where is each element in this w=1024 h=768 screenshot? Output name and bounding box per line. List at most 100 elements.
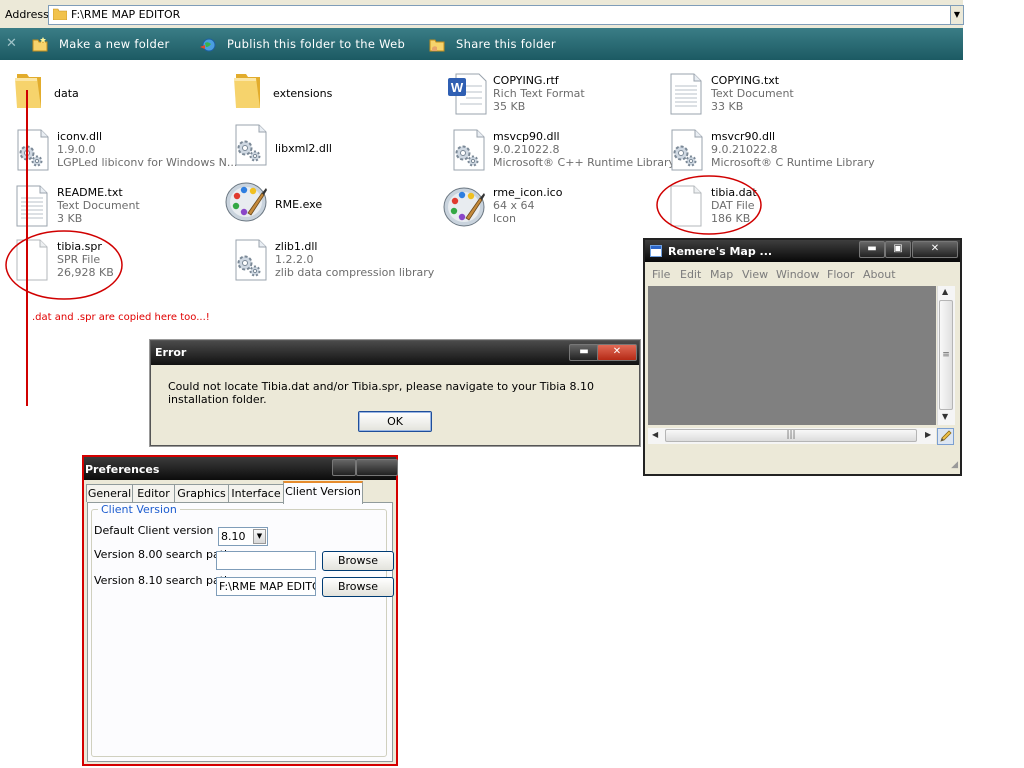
publish-folder-task[interactable]: Publish this folder to the Web [200, 28, 405, 60]
close-button[interactable]: ✕ [912, 241, 958, 258]
rme-main-window: Remere's Map ... ▬ ▣ ✕ File Edit Map Vie… [643, 238, 962, 476]
file-item-zlib1-dll[interactable]: zlib1.dll 1.2.2.0 zlib data compression … [228, 238, 434, 286]
file-dimensions: 64 x 64 [493, 199, 535, 212]
menu-about[interactable]: About [863, 268, 896, 281]
error-dialog-titlebar[interactable]: Error ▬ ✕ [151, 341, 639, 365]
minimize-button[interactable] [332, 459, 356, 476]
palette-icon [442, 184, 486, 228]
file-type: Rich Text Format [493, 87, 585, 100]
dll-gear-icon [10, 128, 54, 172]
chevron-down-icon[interactable]: ▼ [253, 529, 266, 544]
file-item-copying-rtf[interactable]: COPYING.rtf Rich Text Format 35 KB [446, 72, 656, 120]
error-dialog-title: Error [155, 346, 187, 359]
minimize-button[interactable]: ▬ [569, 344, 599, 361]
address-input[interactable]: F:\RME MAP EDITOR [48, 5, 951, 25]
globe-publish-icon [200, 38, 216, 51]
dll-gear-icon [228, 238, 272, 282]
horizontal-scrollbar[interactable]: ◀ ||| ▶ [648, 428, 936, 444]
tab-interface[interactable]: Interface [228, 484, 284, 502]
file-item-rme-exe[interactable]: RME.exe [224, 179, 424, 227]
error-dialog: Error ▬ ✕ Could not locate Tibia.dat and… [150, 340, 640, 446]
file-name: README.txt [57, 186, 123, 199]
scroll-right-arrow-icon[interactable]: ▶ [925, 430, 931, 439]
file-name: msvcr90.dll [711, 130, 776, 143]
make-new-folder-task[interactable]: Make a new folder [32, 28, 170, 60]
menu-view[interactable]: View [742, 268, 768, 281]
scroll-up-arrow-icon[interactable]: ▲ [942, 287, 948, 296]
annotation-line [26, 90, 28, 406]
file-item-libxml2-dll[interactable]: libxml2.dll [228, 123, 428, 171]
minimize-button[interactable]: ▬ [859, 241, 885, 258]
rme-titlebar[interactable]: Remere's Map ... ▬ ▣ ✕ [645, 240, 960, 262]
rme-menubar: File Edit Map View Window Floor About [645, 264, 960, 283]
address-dropdown-button[interactable]: ▼ [950, 5, 964, 25]
file-item-rme-icon-ico[interactable]: rme_icon.ico 64 x 64 Icon [442, 184, 642, 232]
file-name: libxml2.dll [275, 142, 332, 155]
file-description: Microsoft® C Runtime Library [711, 156, 875, 169]
map-canvas[interactable] [648, 286, 936, 425]
address-label: Address [5, 8, 49, 21]
file-name: COPYING.txt [711, 74, 780, 87]
publish-folder-label: Publish this folder to the Web [227, 37, 406, 51]
browse-810-button[interactable]: Browse [322, 577, 394, 597]
file-size: 26,928 KB [57, 266, 114, 279]
file-type: DAT File [711, 199, 755, 212]
file-item-tibia-spr[interactable]: tibia.spr SPR File 26,928 KB [10, 238, 210, 286]
path-810-input[interactable]: F:\RME MAP EDITOI [216, 577, 316, 596]
default-client-value: 8.10 [221, 530, 246, 543]
file-size: 186 KB [711, 212, 751, 225]
client-version-panel: Client Version Default Client version 8.… [87, 502, 394, 762]
tab-general[interactable]: General [86, 484, 133, 502]
resize-grip-icon[interactable]: ◢ [951, 460, 958, 470]
folder-tasks-bar: ✕ Make a new folder Publish this folder … [0, 28, 963, 60]
make-new-folder-label: Make a new folder [59, 37, 170, 51]
file-item-iconv-dll[interactable]: iconv.dll 1.9.0.0 LGPLed libiconv for Wi… [10, 128, 237, 176]
client-version-group: Client Version Default Client version 8.… [91, 503, 394, 757]
pencil-icon[interactable] [937, 428, 954, 445]
share-folder-task[interactable]: Share this folder [429, 28, 556, 60]
file-description: Microsoft® C++ Runtime Library [493, 156, 676, 169]
file-item-copying-txt[interactable]: COPYING.txt Text Document 33 KB [664, 72, 874, 120]
app-window-icon [650, 245, 662, 257]
default-client-select[interactable]: 8.10 ▼ [218, 527, 268, 546]
scroll-left-arrow-icon[interactable]: ◀ [652, 430, 658, 439]
file-item-extensions[interactable]: extensions [226, 68, 426, 116]
file-name: tibia.spr [57, 240, 102, 253]
file-type: SPR File [57, 253, 101, 266]
maximize-button[interactable]: ▣ [885, 241, 911, 258]
file-item-msvcr90-dll[interactable]: msvcr90.dll 9.0.21022.8 Microsoft® C Run… [664, 128, 875, 176]
file-description: LGPLed libiconv for Windows N... [57, 156, 238, 169]
file-item-readme-txt[interactable]: README.txt Text Document 3 KB [10, 184, 210, 232]
file-version: 9.0.21022.8 [711, 143, 778, 156]
vertical-scrollbar[interactable]: ▲ ≡ ▼ [937, 286, 955, 425]
file-name: zlib1.dll [275, 240, 318, 253]
vertical-scroll-thumb[interactable]: ≡ [939, 300, 953, 410]
tab-graphics[interactable]: Graphics [174, 484, 229, 502]
file-size: 35 KB [493, 100, 526, 113]
scroll-down-arrow-icon[interactable]: ▼ [942, 412, 948, 421]
file-item-tibia-dat[interactable]: tibia.dat DAT File 186 KB [664, 184, 864, 232]
menu-window[interactable]: Window [776, 268, 819, 281]
menu-floor[interactable]: Floor [827, 268, 854, 281]
menu-map[interactable]: Map [710, 268, 733, 281]
file-name: tibia.dat [711, 186, 757, 199]
close-icon[interactable]: ✕ [6, 36, 17, 51]
blank-file-icon [664, 184, 708, 228]
tab-client-version[interactable]: Client Version [283, 481, 363, 504]
close-button[interactable] [356, 459, 398, 476]
path-800-label: Version 8.00 search path [94, 548, 231, 561]
tab-editor[interactable]: Editor [132, 484, 175, 502]
status-bar: ◢ [645, 448, 960, 472]
menu-file[interactable]: File [652, 268, 670, 281]
close-button[interactable]: ✕ [597, 344, 637, 361]
file-size: 33 KB [711, 100, 744, 113]
ok-button[interactable]: OK [358, 411, 432, 432]
preferences-titlebar[interactable]: Preferences [84, 457, 398, 480]
path-800-input[interactable] [216, 551, 316, 570]
file-item-data[interactable]: data [7, 68, 207, 116]
folder-icon [226, 68, 270, 112]
menu-edit[interactable]: Edit [680, 268, 701, 281]
horizontal-scroll-thumb[interactable]: ||| [665, 429, 917, 442]
browse-800-button[interactable]: Browse [322, 551, 394, 571]
file-item-msvcp90-dll[interactable]: msvcp90.dll 9.0.21022.8 Microsoft® C++ R… [446, 128, 675, 176]
